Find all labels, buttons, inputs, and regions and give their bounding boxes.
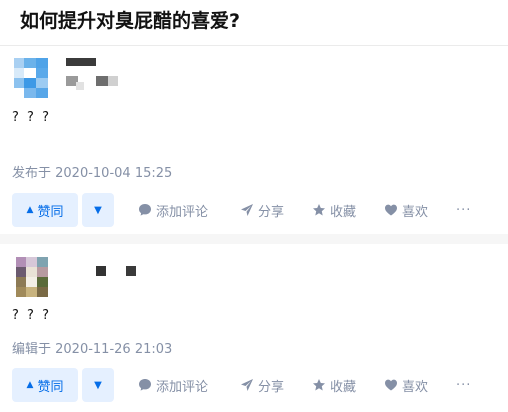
more-button[interactable]: ··· — [456, 368, 471, 402]
heart-icon — [385, 379, 397, 391]
downvote-triangle-icon: ▼ — [94, 204, 102, 216]
upvote-label: 赞同 — [37, 379, 64, 395]
star-icon — [313, 204, 325, 216]
upvote-triangle-icon: ▲ — [26, 380, 34, 390]
upvote-button[interactable]: ▲ 赞同 — [12, 193, 78, 227]
share-button[interactable]: 分享 — [240, 368, 284, 402]
comment-label: 添加评论 — [156, 204, 209, 220]
share-label: 分享 — [258, 204, 285, 220]
author-name[interactable] — [66, 58, 122, 90]
heart-icon — [385, 204, 397, 216]
answer-body: ? ? ? — [12, 308, 51, 323]
question-title[interactable]: 如何提升对臭屁醋的喜爱? — [20, 6, 240, 33]
answer-separator — [0, 234, 508, 244]
share-button[interactable]: 分享 — [240, 193, 284, 227]
favorite-label: 收藏 — [330, 204, 357, 220]
like-button[interactable]: 喜欢 — [384, 193, 428, 227]
favorite-label: 收藏 — [330, 379, 357, 395]
more-button[interactable]: ··· — [456, 193, 471, 227]
answer-body: ? ? ? — [12, 110, 51, 125]
upvote-button[interactable]: ▲ 赞同 — [12, 368, 78, 402]
avatar[interactable] — [16, 257, 48, 297]
favorite-button[interactable]: 收藏 — [312, 368, 356, 402]
header-divider — [0, 45, 508, 46]
comment-button[interactable]: 添加评论 — [138, 368, 208, 402]
comment-bubble-icon — [139, 204, 151, 216]
question-page: 如何提升对臭屁醋的喜爱? ? ? ? 发布于 2020-10-04 15:25 … — [0, 0, 508, 412]
like-label: 喜欢 — [402, 379, 429, 395]
action-bar: ▲ 赞同 ▼ 添加评论 分享 收藏 喜欢 ··· — [12, 193, 502, 227]
favorite-button[interactable]: 收藏 — [312, 193, 356, 227]
author-name[interactable] — [96, 266, 140, 278]
paper-plane-icon — [241, 204, 253, 216]
avatar[interactable] — [14, 58, 48, 98]
comment-bubble-icon — [139, 379, 151, 391]
more-dots-icon: ··· — [456, 377, 472, 393]
more-dots-icon: ··· — [456, 202, 472, 218]
upvote-triangle-icon: ▲ — [26, 205, 34, 215]
star-icon — [313, 379, 325, 391]
comment-label: 添加评论 — [156, 379, 209, 395]
upvote-label: 赞同 — [37, 204, 64, 220]
comment-button[interactable]: 添加评论 — [138, 193, 208, 227]
downvote-triangle-icon: ▼ — [94, 379, 102, 391]
like-button[interactable]: 喜欢 — [384, 368, 428, 402]
publish-time[interactable]: 发布于 2020-10-04 15:25 — [12, 162, 172, 181]
share-label: 分享 — [258, 379, 285, 395]
edit-time[interactable]: 编辑于 2020-11-26 21:03 — [12, 338, 172, 357]
action-bar: ▲ 赞同 ▼ 添加评论 分享 收藏 喜欢 ··· — [12, 368, 502, 402]
downvote-button[interactable]: ▼ — [82, 193, 114, 227]
paper-plane-icon — [241, 379, 253, 391]
downvote-button[interactable]: ▼ — [82, 368, 114, 402]
like-label: 喜欢 — [402, 204, 429, 220]
